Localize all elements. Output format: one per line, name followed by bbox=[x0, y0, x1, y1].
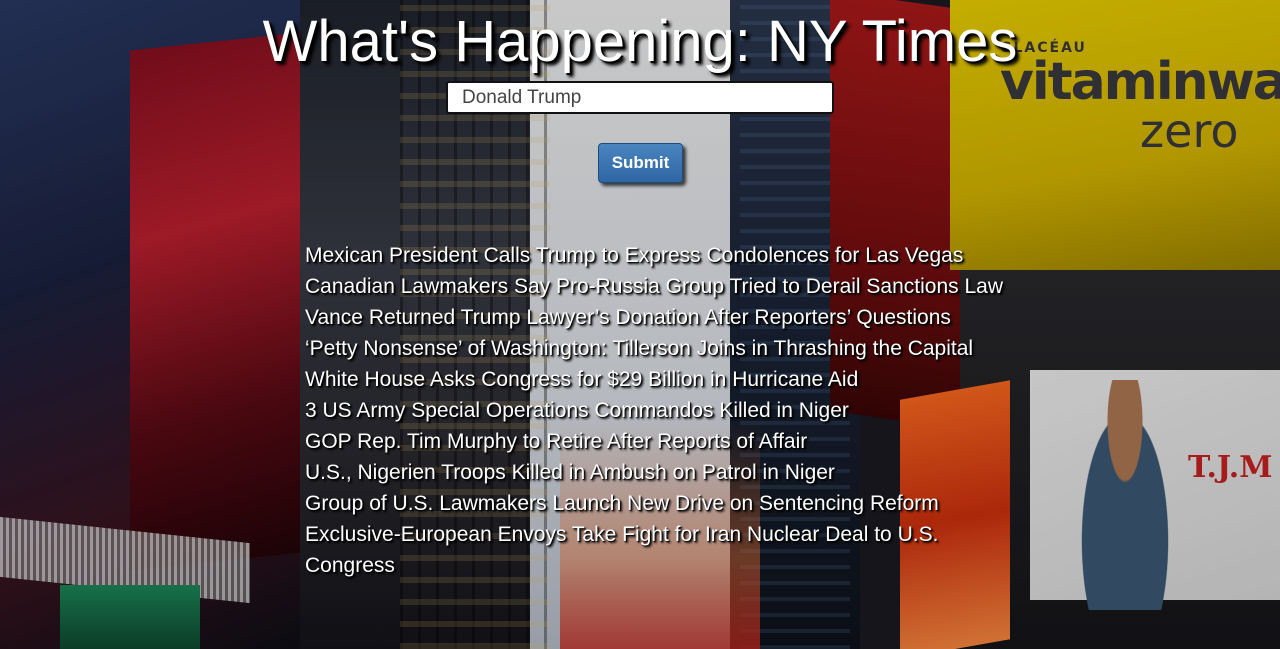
headline-item[interactable]: Group of U.S. Lawmakers Launch New Drive… bbox=[305, 488, 1005, 519]
headline-item[interactable]: GOP Rep. Tim Murphy to Retire After Repo… bbox=[305, 426, 1005, 457]
headline-item[interactable]: Mexican President Calls Trump to Express… bbox=[305, 240, 1005, 271]
headline-list: Mexican President Calls Trump to Express… bbox=[305, 240, 1005, 581]
headline-item[interactable]: Canadian Lawmakers Say Pro-Russia Group … bbox=[305, 271, 1005, 302]
headline-item[interactable]: 3 US Army Special Operations Commandos K… bbox=[305, 395, 1005, 426]
headline-item[interactable]: U.S., Nigerien Troops Killed in Ambush o… bbox=[305, 457, 1005, 488]
headline-item[interactable]: Exclusive-European Envoys Take Fight for… bbox=[305, 519, 1005, 581]
headline-item[interactable]: White House Asks Congress for $29 Billio… bbox=[305, 364, 1005, 395]
headline-item[interactable]: ‘Petty Nonsense’ of Washington: Tillerso… bbox=[305, 333, 1005, 364]
headline-item[interactable]: Vance Returned Trump Lawyer’s Donation A… bbox=[305, 302, 1005, 333]
page-title: What's Happening: NY Times bbox=[262, 9, 1018, 74]
search-input[interactable] bbox=[446, 81, 834, 114]
submit-button[interactable]: Submit bbox=[598, 143, 683, 183]
